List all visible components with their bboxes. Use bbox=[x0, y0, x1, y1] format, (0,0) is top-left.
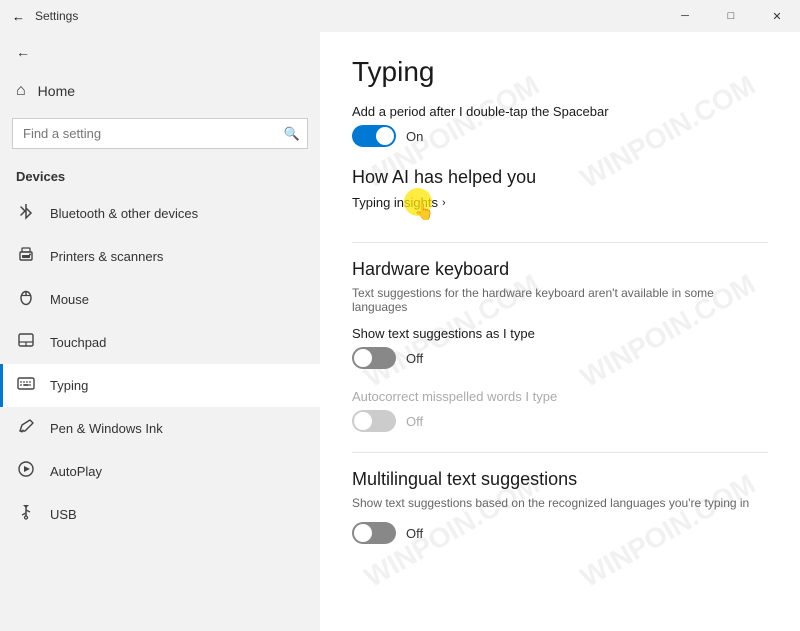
hardware-desc: Text suggestions for the hardware keyboa… bbox=[352, 286, 768, 314]
autocorrect-toggle-track bbox=[352, 410, 396, 432]
sidebar-item-printers-label: Printers & scanners bbox=[50, 249, 163, 264]
text-suggest-toggle-row: Off bbox=[352, 347, 768, 369]
text-suggest-setting: Show text suggestions as I type Off bbox=[352, 326, 768, 369]
titlebar: ← Settings ─ □ ✕ bbox=[0, 0, 800, 32]
text-suggest-toggle-thumb bbox=[354, 349, 372, 367]
autocorrect-setting: Autocorrect misspelled words I type Off bbox=[352, 389, 768, 432]
text-suggest-toggle[interactable] bbox=[352, 347, 396, 369]
text-suggest-toggle-track bbox=[352, 347, 396, 369]
autocorrect-toggle-thumb bbox=[354, 412, 372, 430]
content-inner: Typing Add a period after I double-tap t… bbox=[352, 56, 768, 544]
multilingual-toggle-row: Off bbox=[352, 522, 768, 544]
autocorrect-toggle-row: Off bbox=[352, 410, 768, 432]
bluetooth-icon bbox=[16, 202, 36, 225]
autoplay-icon bbox=[16, 460, 36, 483]
close-button[interactable]: ✕ bbox=[754, 0, 800, 32]
ai-section-title: How AI has helped you bbox=[352, 167, 768, 188]
sidebar-item-bluetooth-label: Bluetooth & other devices bbox=[50, 206, 198, 221]
sidebar-item-autoplay-label: AutoPlay bbox=[50, 464, 102, 479]
content-area: WINPOIN.COM WINPOIN.COM WINPOIN.COM WINP… bbox=[320, 32, 800, 631]
hardware-section-title: Hardware keyboard bbox=[352, 259, 768, 280]
divider-2 bbox=[352, 452, 768, 453]
text-suggest-toggle-status: Off bbox=[406, 351, 423, 366]
spacebar-label: Add a period after I double-tap the Spac… bbox=[352, 104, 768, 119]
sidebar-item-autoplay[interactable]: AutoPlay bbox=[0, 450, 320, 493]
sidebar-item-typing-label: Typing bbox=[50, 378, 88, 393]
titlebar-title: Settings bbox=[35, 9, 78, 23]
sidebar-item-pen[interactable]: Pen & Windows Ink bbox=[0, 407, 320, 450]
multilingual-toggle-thumb bbox=[354, 524, 372, 542]
autocorrect-toggle[interactable] bbox=[352, 410, 396, 432]
back-icon[interactable]: ← bbox=[12, 9, 25, 24]
multilingual-toggle[interactable] bbox=[352, 522, 396, 544]
titlebar-controls: ─ □ ✕ bbox=[662, 0, 800, 32]
autocorrect-label: Autocorrect misspelled words I type bbox=[352, 389, 768, 404]
back-button[interactable]: ← bbox=[0, 32, 320, 72]
spacebar-toggle-row: On bbox=[352, 125, 768, 147]
text-suggest-label: Show text suggestions as I type bbox=[352, 326, 768, 341]
search-input[interactable] bbox=[12, 118, 308, 149]
sidebar-item-pen-label: Pen & Windows Ink bbox=[50, 421, 163, 436]
spacebar-toggle-thumb bbox=[376, 127, 394, 145]
titlebar-left: ← Settings bbox=[12, 9, 78, 24]
app-container: ← ⌂ Home 🔍 Devices Bluetooth & other dev… bbox=[0, 32, 800, 631]
usb-icon bbox=[16, 503, 36, 526]
typing-insights-text: Typing insights bbox=[352, 195, 438, 210]
sidebar-item-touchpad-label: Touchpad bbox=[50, 335, 106, 350]
spacebar-toggle-track bbox=[352, 125, 396, 147]
chevron-right-icon: › bbox=[442, 197, 446, 209]
multilingual-setting: Off bbox=[352, 522, 768, 544]
section-title: Devices bbox=[0, 165, 320, 192]
multilingual-title: Multilingual text suggestions bbox=[352, 469, 768, 490]
typing-insights-link[interactable]: Typing insights › bbox=[352, 195, 446, 210]
sidebar-item-usb-label: USB bbox=[50, 507, 77, 522]
sidebar-item-mouse-label: Mouse bbox=[50, 292, 89, 307]
divider-1 bbox=[352, 242, 768, 243]
back-arrow-icon: ← bbox=[16, 44, 30, 60]
sidebar-item-usb[interactable]: USB bbox=[0, 493, 320, 536]
spacebar-setting: Add a period after I double-tap the Spac… bbox=[352, 104, 768, 147]
home-label: Home bbox=[38, 83, 75, 99]
pen-icon bbox=[16, 417, 36, 440]
sidebar-item-printers[interactable]: Printers & scanners bbox=[0, 235, 320, 278]
sidebar-item-bluetooth[interactable]: Bluetooth & other devices bbox=[0, 192, 320, 235]
sidebar-item-typing[interactable]: Typing bbox=[0, 364, 320, 407]
sidebar-search[interactable]: 🔍 bbox=[12, 118, 308, 149]
search-icon[interactable]: 🔍 bbox=[284, 126, 300, 142]
multilingual-toggle-status: Off bbox=[406, 526, 423, 541]
sidebar-item-touchpad[interactable]: Touchpad bbox=[0, 321, 320, 364]
typing-insights-container: Typing insights › 👆 bbox=[352, 194, 446, 230]
sidebar: ← ⌂ Home 🔍 Devices Bluetooth & other dev… bbox=[0, 32, 320, 631]
sidebar-item-mouse[interactable]: Mouse bbox=[0, 278, 320, 321]
autocorrect-toggle-status: Off bbox=[406, 414, 423, 429]
printers-icon bbox=[16, 245, 36, 268]
spacebar-toggle-status: On bbox=[406, 129, 423, 144]
maximize-button[interactable]: □ bbox=[708, 0, 754, 32]
minimize-button[interactable]: ─ bbox=[662, 0, 708, 32]
sidebar-item-home[interactable]: ⌂ Home bbox=[0, 72, 320, 110]
multilingual-toggle-track bbox=[352, 522, 396, 544]
page-title: Typing bbox=[352, 56, 768, 88]
touchpad-icon bbox=[16, 331, 36, 354]
multilingual-desc: Show text suggestions based on the recog… bbox=[352, 496, 768, 510]
spacebar-toggle[interactable] bbox=[352, 125, 396, 147]
typing-icon bbox=[16, 374, 36, 397]
home-icon: ⌂ bbox=[16, 82, 26, 100]
mouse-icon bbox=[16, 288, 36, 311]
